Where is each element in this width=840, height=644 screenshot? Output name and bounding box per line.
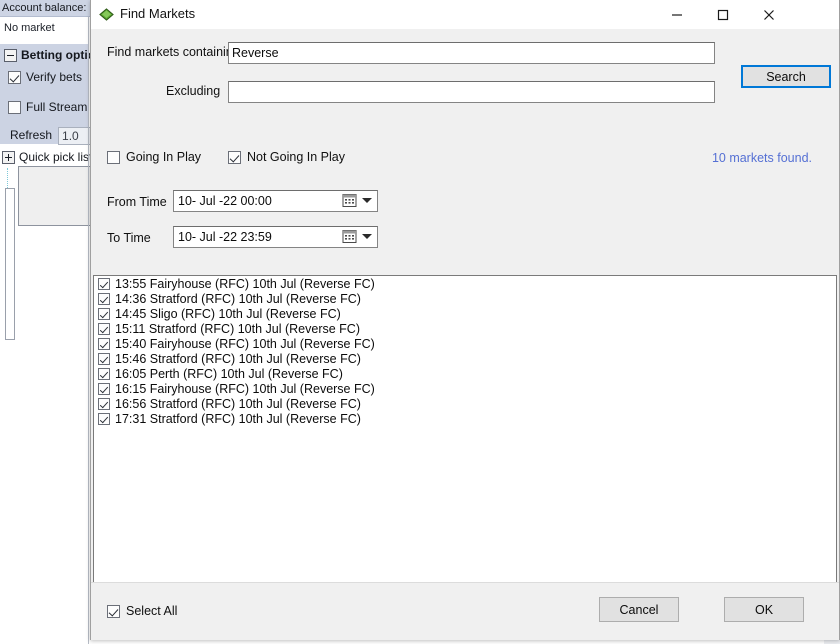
dialog-body: Find markets containing Reverse Excludin…: [91, 29, 839, 640]
list-item[interactable]: 15:46 Stratford (RFC) 10th Jul (Reverse …: [94, 351, 836, 366]
markets-results-list[interactable]: 13:55 Fairyhouse (RFC) 10th Jul (Reverse…: [93, 275, 837, 608]
list-item-checkbox[interactable]: [98, 412, 110, 425]
markets-found-status: 10 markets found.: [711, 151, 812, 165]
background-tree-column: [5, 188, 15, 340]
list-item-label: 16:56 Stratford (RFC) 10th Jul (Reverse …: [115, 396, 361, 411]
quick-pick-list-box[interactable]: [18, 166, 94, 226]
list-item-label: 15:40 Fairyhouse (RFC) 10th Jul (Reverse…: [115, 336, 375, 351]
list-item-label: 16:15 Fairyhouse (RFC) 10th Jul (Reverse…: [115, 381, 375, 396]
calendar-icon[interactable]: [342, 193, 357, 208]
ok-button[interactable]: OK: [724, 597, 804, 622]
select-all-label: Select All: [126, 604, 178, 618]
minus-expander-icon[interactable]: [4, 49, 17, 63]
list-item-checkbox[interactable]: [98, 352, 110, 365]
cancel-button[interactable]: Cancel: [599, 597, 679, 622]
list-item-label: 14:36 Stratford (RFC) 10th Jul (Reverse …: [115, 291, 361, 306]
excluding-input[interactable]: [228, 81, 715, 103]
green-diamond-icon: [98, 6, 115, 23]
going-in-play-checkbox-row[interactable]: Going In Play: [107, 150, 201, 164]
plus-expander-icon[interactable]: [2, 151, 15, 165]
list-item-label: 17:31 Stratford (RFC) 10th Jul (Reverse …: [115, 411, 361, 426]
going-in-play-label: Going In Play: [126, 150, 202, 164]
list-item-checkbox[interactable]: [98, 337, 110, 350]
list-item[interactable]: 15:40 Fairyhouse (RFC) 10th Jul (Reverse…: [94, 336, 836, 351]
list-item-checkbox[interactable]: [98, 307, 110, 320]
background-panel-divider: [88, 17, 89, 644]
background-tree-guide: [7, 168, 11, 190]
not-going-in-play-checkbox-row[interactable]: Not Going In Play: [228, 150, 345, 164]
full-stream-checkbox-row[interactable]: Full Stream: [8, 100, 88, 115]
search-button[interactable]: Search: [741, 65, 831, 88]
not-going-in-play-label: Not Going In Play: [247, 150, 345, 164]
verify-bets-checkbox-row[interactable]: Verify bets: [8, 70, 83, 85]
not-going-in-play-checkbox[interactable]: [228, 150, 241, 164]
to-time-label: To Time: [107, 231, 151, 245]
list-item-checkbox[interactable]: [98, 382, 110, 395]
list-item[interactable]: 15:11 Stratford (RFC) 10th Jul (Reverse …: [94, 321, 836, 336]
list-item-label: 15:11 Stratford (RFC) 10th Jul (Reverse …: [115, 321, 360, 336]
list-item[interactable]: 14:45 Sligo (RFC) 10th Jul (Reverse FC): [94, 306, 836, 321]
find-markets-dialog: Find Markets Find markets containing Rev…: [90, 0, 840, 640]
chevron-down-icon[interactable]: [362, 198, 372, 203]
verify-bets-checkbox[interactable]: [8, 71, 21, 85]
list-item-label: 14:45 Sligo (RFC) 10th Jul (Reverse FC): [115, 306, 341, 321]
find-markets-containing-label: Find markets containing: [107, 45, 240, 59]
dialog-title-bar[interactable]: Find Markets: [91, 0, 839, 29]
dialog-footer: Select All Cancel OK: [91, 582, 839, 640]
chevron-down-icon[interactable]: [362, 234, 372, 239]
betting-options-label: Betting optio: [21, 48, 95, 62]
list-item-checkbox[interactable]: [98, 277, 110, 290]
list-item-checkbox[interactable]: [98, 367, 110, 380]
list-item-checkbox[interactable]: [98, 322, 110, 335]
list-item-label: 16:05 Perth (RFC) 10th Jul (Reverse FC): [115, 366, 343, 381]
list-item[interactable]: 16:15 Fairyhouse (RFC) 10th Jul (Reverse…: [94, 381, 836, 396]
close-icon[interactable]: [746, 0, 792, 29]
list-item-label: 13:55 Fairyhouse (RFC) 10th Jul (Reverse…: [115, 276, 375, 291]
refresh-label: Refresh: [10, 128, 53, 143]
list-item-checkbox[interactable]: [98, 397, 110, 410]
to-time-value: 10- Jul -22 23:59: [178, 230, 272, 244]
full-stream-label: Full Stream: [26, 100, 88, 114]
verify-bets-label: Verify bets: [26, 70, 83, 84]
minimize-icon[interactable]: [654, 0, 700, 29]
search-form-area: Find markets containing Reverse Excludin…: [91, 29, 839, 254]
find-markets-containing-input[interactable]: Reverse: [228, 42, 715, 64]
list-item-label: 15:46 Stratford (RFC) 10th Jul (Reverse …: [115, 351, 361, 366]
list-item[interactable]: 13:55 Fairyhouse (RFC) 10th Jul (Reverse…: [94, 276, 836, 291]
list-item[interactable]: 14:36 Stratford (RFC) 10th Jul (Reverse …: [94, 291, 836, 306]
quick-pick-list-header[interactable]: Quick pick list: [2, 150, 93, 165]
full-stream-checkbox[interactable]: [8, 101, 21, 115]
dialog-title: Find Markets: [120, 6, 196, 21]
betting-options-header[interactable]: Betting optio: [4, 48, 95, 63]
no-market-label: No market: [4, 22, 55, 34]
select-all-checkbox-row[interactable]: Select All: [107, 604, 177, 618]
list-item[interactable]: 17:31 Stratford (RFC) 10th Jul (Reverse …: [94, 411, 836, 426]
quick-pick-list-label: Quick pick list: [19, 150, 93, 164]
maximize-icon[interactable]: [700, 0, 746, 29]
list-item[interactable]: 16:05 Perth (RFC) 10th Jul (Reverse FC): [94, 366, 836, 381]
from-time-picker[interactable]: 10- Jul -22 00:00: [173, 190, 378, 212]
calendar-icon[interactable]: [342, 229, 357, 244]
to-time-picker[interactable]: 10- Jul -22 23:59: [173, 226, 378, 248]
excluding-label: Excluding: [166, 84, 221, 98]
going-in-play-checkbox[interactable]: [107, 150, 120, 164]
account-balance-label: Account balance:: [2, 2, 87, 14]
list-item[interactable]: 16:56 Stratford (RFC) 10th Jul (Reverse …: [94, 396, 836, 411]
from-time-value: 10- Jul -22 00:00: [178, 194, 272, 208]
from-time-label: From Time: [107, 195, 167, 209]
select-all-checkbox[interactable]: [107, 604, 120, 618]
list-item-checkbox[interactable]: [98, 292, 110, 305]
